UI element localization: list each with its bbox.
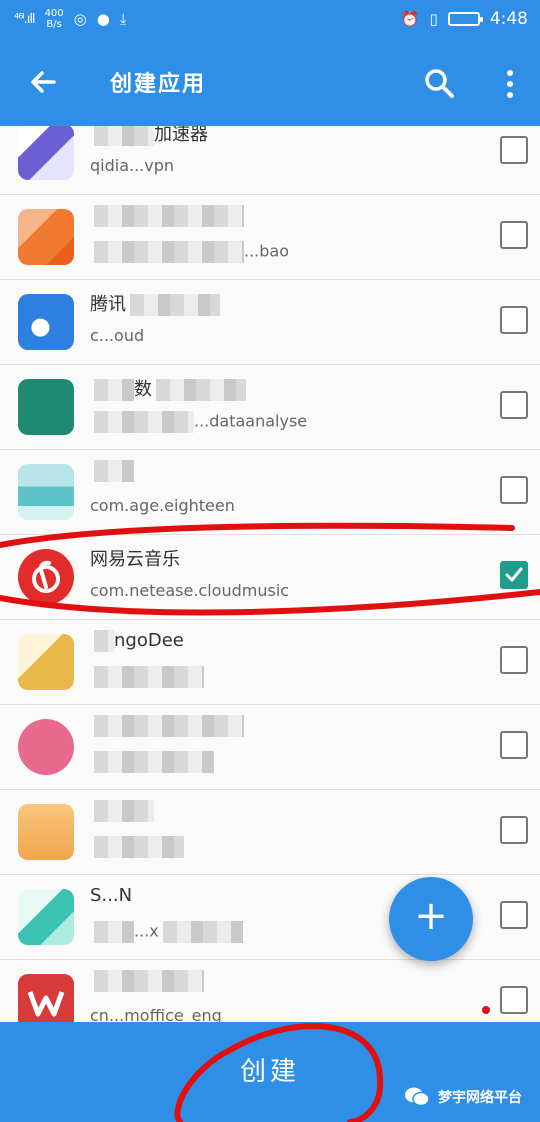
app-row[interactable]: ...bao (0, 195, 540, 280)
app-icon (18, 974, 74, 1022)
app-row[interactable]: 加速器 qidia...vpn (0, 126, 540, 195)
netease-music-icon (32, 560, 60, 593)
more-options-button[interactable] (498, 64, 522, 104)
status-bar: ⁴⁶ˡ.ıll 400 B/s ◎ ● ⤓ ⏰ ▯ 4:48 (0, 0, 540, 42)
add-fab-button[interactable]: + (389, 877, 473, 961)
search-icon (425, 69, 454, 98)
select-checkbox[interactable] (500, 816, 528, 844)
app-icon (18, 549, 74, 605)
alarm-icon: ⏰ (400, 10, 420, 28)
app-package: cn...moffice_eng (90, 1006, 222, 1022)
page-title: 创建应用 (110, 72, 207, 97)
app-package (90, 751, 214, 773)
app-row[interactable] (0, 790, 540, 875)
app-package: com.age.eighteen (90, 496, 235, 515)
message-icon: ● (96, 10, 110, 28)
app-name (90, 715, 244, 737)
battery-icon (447, 12, 483, 26)
wechat-icon (405, 1087, 430, 1107)
app-name (90, 205, 244, 227)
select-checkbox[interactable] (500, 306, 528, 334)
app-bar: 创建应用 (0, 42, 540, 126)
app-package: ...dataanalyse (90, 411, 307, 433)
signal-icon: ⁴⁶ˡ.ıll (14, 11, 36, 27)
select-checkbox[interactable] (500, 391, 528, 419)
app-package (90, 836, 184, 858)
vibrate-icon: ▯ (429, 10, 438, 28)
app-notification-icon: ◎ (73, 10, 87, 28)
app-row[interactable]: com.age.eighteen (0, 450, 540, 535)
network-speed: 400 B/s (45, 8, 64, 30)
app-name: S...N (90, 885, 133, 906)
select-checkbox[interactable] (500, 476, 528, 504)
app-icon (18, 126, 74, 180)
app-icon (18, 634, 74, 690)
app-icon (18, 464, 74, 520)
plus-icon: + (414, 893, 448, 939)
select-checkbox[interactable] (500, 646, 528, 674)
select-checkbox[interactable] (500, 136, 528, 164)
search-button[interactable] (420, 64, 460, 104)
select-checkbox[interactable] (500, 561, 528, 589)
app-row[interactable]: ngoDee (0, 620, 540, 705)
app-name: 数 (90, 375, 246, 401)
back-arrow-icon (31, 71, 56, 93)
watermark: 梦宇网络平台 (404, 1086, 522, 1108)
app-row[interactable]: 腾讯 c...oud (0, 280, 540, 365)
app-name: 加速器 (90, 126, 208, 146)
app-name (90, 460, 134, 482)
app-package: ...x (90, 921, 243, 943)
select-checkbox[interactable] (500, 731, 528, 759)
app-icon (18, 804, 74, 860)
app-package (90, 666, 204, 688)
select-checkbox[interactable] (500, 901, 528, 929)
app-name (90, 970, 204, 992)
wps-office-icon (27, 991, 65, 1017)
app-icon (18, 889, 74, 945)
app-row[interactable]: cn...moffice_eng (0, 960, 540, 1022)
app-row[interactable]: 数 ...dataanalyse (0, 365, 540, 450)
clock: 4:48 (489, 9, 528, 29)
app-row[interactable] (0, 705, 540, 790)
app-icon (18, 294, 74, 350)
app-package: com.netease.cloudmusic (90, 581, 290, 600)
app-icon (18, 719, 74, 775)
app-name (90, 800, 154, 822)
back-button[interactable] (24, 62, 64, 102)
watermark-text: 梦宇网络平台 (438, 1090, 522, 1106)
download-icon: ⤓ (119, 10, 127, 28)
network-speed-unit: B/s (46, 19, 62, 30)
select-checkbox[interactable] (500, 221, 528, 249)
app-package: qidia...vpn (90, 156, 175, 175)
check-icon (505, 567, 523, 582)
app-package: c...oud (90, 326, 145, 345)
app-icon (18, 209, 74, 265)
select-checkbox[interactable] (500, 986, 528, 1014)
network-speed-value: 400 (44, 8, 64, 19)
app-package: ...bao (90, 241, 289, 263)
app-name: 网易云音乐 (90, 549, 180, 570)
create-button[interactable]: 创建 (170, 1042, 370, 1102)
more-vert-icon (507, 70, 513, 98)
app-row[interactable]: 网易云音乐 com.netease.cloudmusic (0, 535, 540, 620)
app-name: 腾讯 (90, 290, 220, 316)
bottom-bar: 创建 梦宇网络平台 (0, 1022, 540, 1122)
app-name: ngoDee (90, 630, 184, 652)
app-icon (18, 379, 74, 435)
